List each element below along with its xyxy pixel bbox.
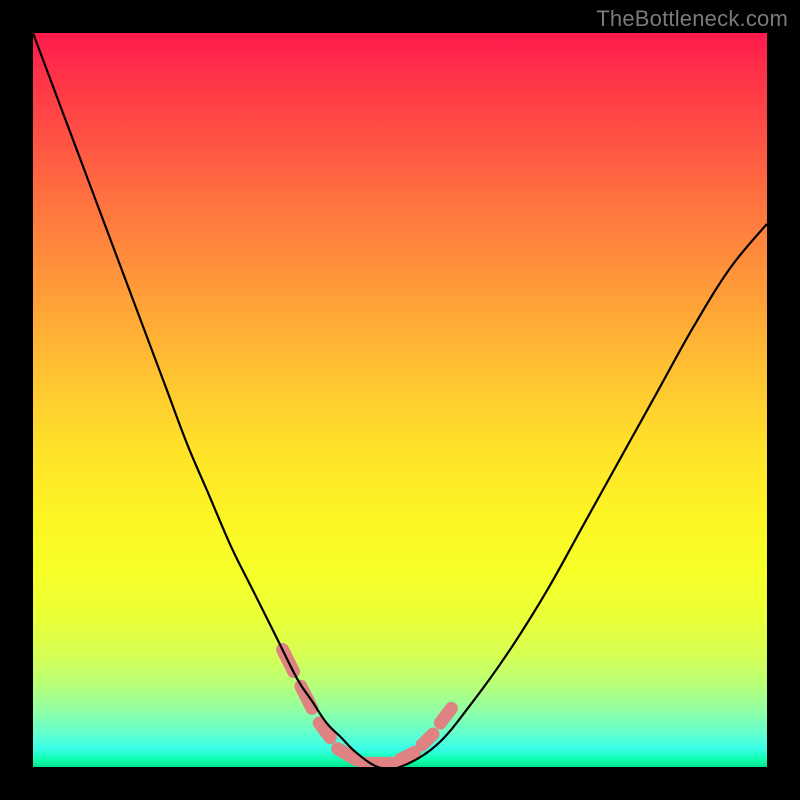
pink-highlight-segment <box>422 734 433 745</box>
chart-plot-area <box>33 33 767 767</box>
watermark-text: TheBottleneck.com <box>596 6 788 32</box>
main-curve-line <box>33 33 767 767</box>
pink-highlight-group <box>283 650 452 764</box>
chart-svg <box>33 33 767 767</box>
pink-highlight-segment <box>440 708 451 723</box>
pink-highlight-segment <box>400 752 415 759</box>
